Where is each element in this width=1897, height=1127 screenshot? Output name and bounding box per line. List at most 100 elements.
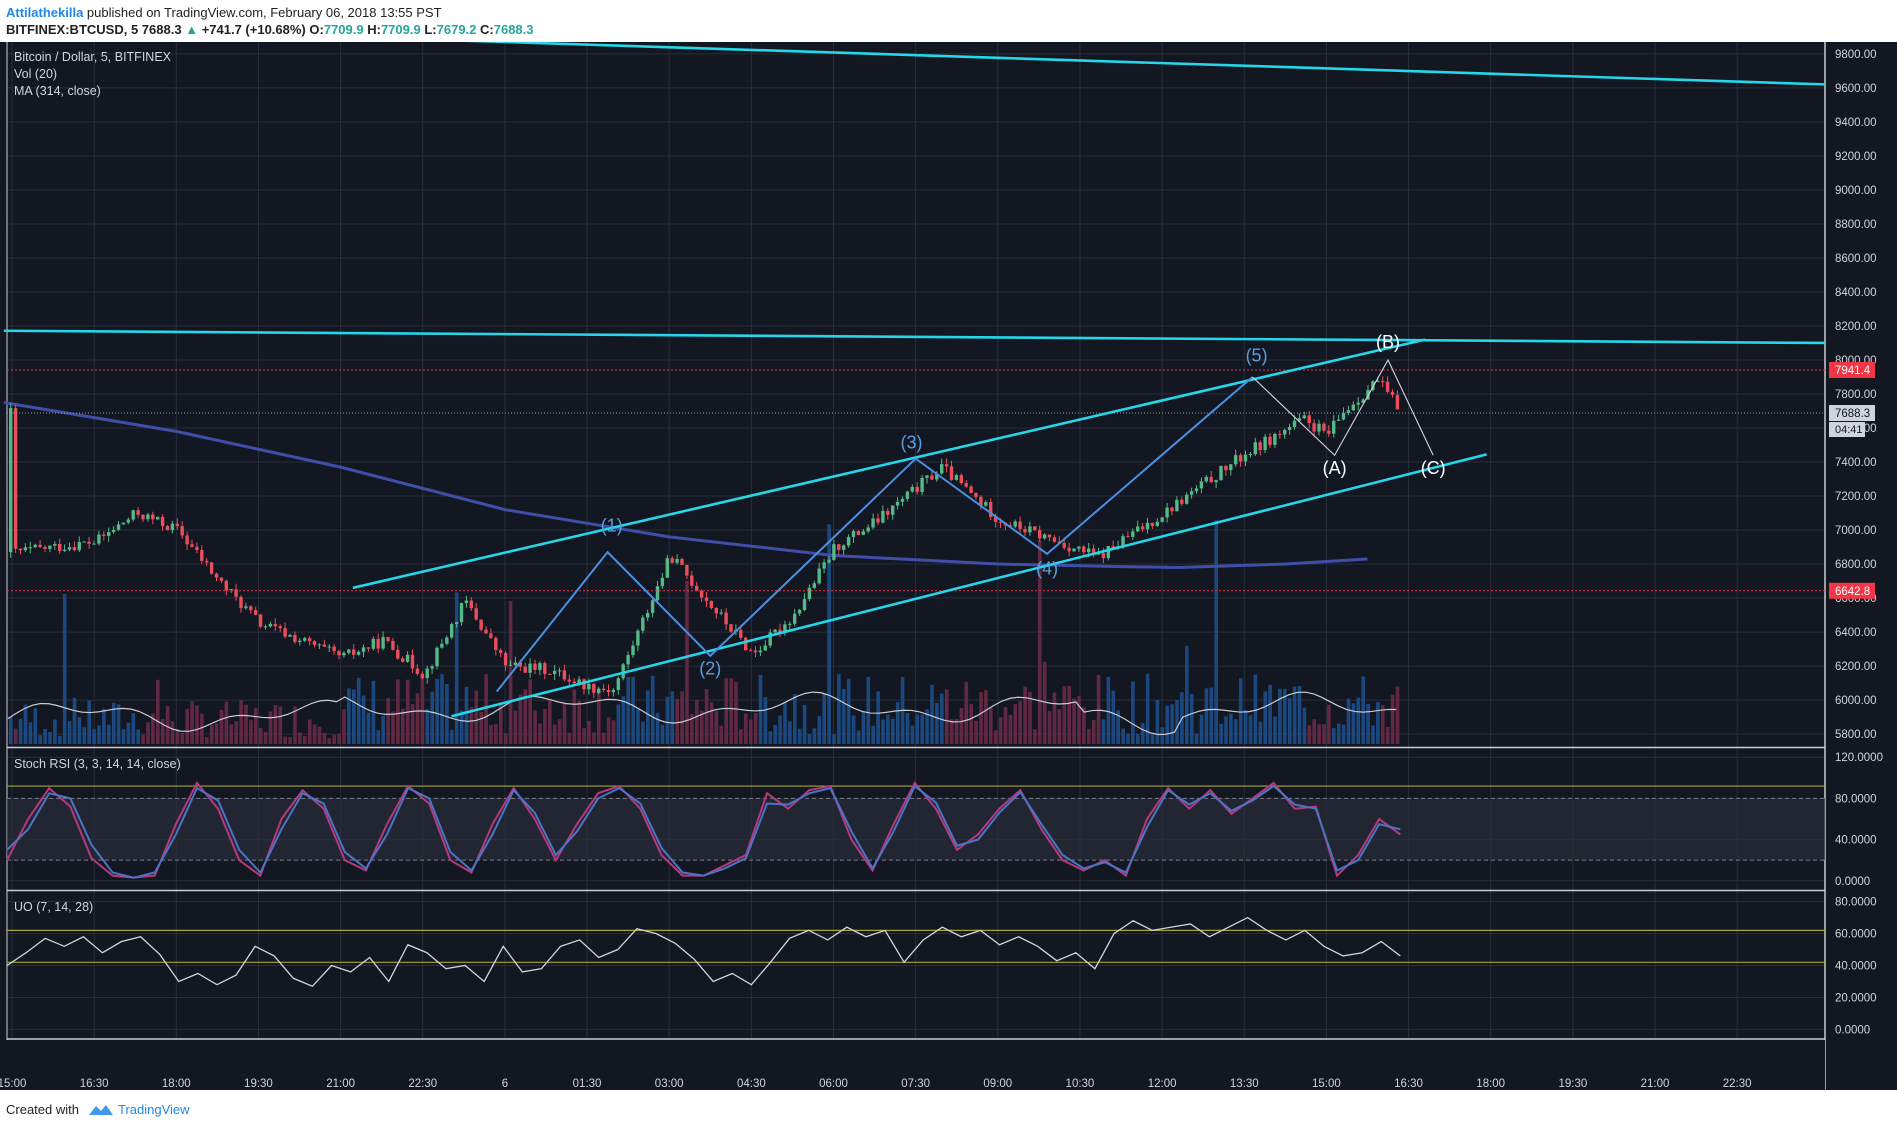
candle-body	[1194, 488, 1199, 492]
candle-body	[303, 638, 307, 641]
price-tick-label: 6200.00	[1835, 661, 1877, 673]
stoch-tick-label: 0.0000	[1835, 876, 1870, 888]
volume-bar	[837, 673, 841, 744]
wave-label: (3)	[901, 432, 923, 452]
candle-body	[435, 647, 439, 667]
volume-bar	[1052, 692, 1057, 744]
volume-bar	[719, 725, 724, 744]
candle-body	[180, 526, 184, 536]
volume-bar	[1317, 724, 1321, 744]
volume-bar	[1018, 700, 1022, 744]
volume-bar	[170, 721, 175, 744]
volume-bar	[1140, 723, 1145, 744]
candle-body	[126, 519, 130, 523]
candle-body	[788, 623, 792, 625]
candle-body	[753, 650, 758, 653]
candle-body	[396, 649, 400, 659]
candle-body	[62, 549, 67, 551]
candle-body	[77, 542, 81, 551]
volume-bar	[621, 696, 626, 744]
volume-bar	[347, 688, 351, 744]
volume-bar	[1145, 673, 1150, 744]
volume-bar	[601, 732, 606, 744]
chart-area[interactable]: (1) (2) (3) (4) (5) (A) (B) (C) 5800.00 6000.00 6…	[0, 42, 1897, 1090]
volume-bar	[582, 728, 586, 744]
candle-body	[538, 663, 542, 670]
candle-body	[317, 644, 322, 646]
candle-body	[744, 637, 748, 651]
volume-bar	[1033, 729, 1037, 744]
candle-body	[239, 596, 243, 609]
candle-body	[258, 614, 263, 627]
volume-bar	[851, 715, 856, 744]
volume-bar	[513, 710, 518, 744]
volume-bar	[18, 718, 23, 744]
volume-bar	[641, 721, 645, 744]
volume-bar	[214, 723, 219, 744]
candle-body	[1042, 534, 1047, 539]
volume-bar	[935, 702, 939, 744]
candle-body	[484, 629, 488, 634]
volume-bar	[886, 714, 890, 744]
legend-vol[interactable]: Vol (20)	[14, 67, 57, 81]
volume-bar	[1194, 733, 1199, 744]
volume-bar	[1273, 716, 1277, 744]
candle-body	[342, 652, 346, 656]
candle-body	[1106, 546, 1110, 559]
legend-main[interactable]: Bitcoin / Dollar, 5, BITFINEX	[14, 50, 172, 64]
candle-body	[1273, 433, 1277, 445]
volume-bar	[998, 717, 1003, 744]
volume-bar	[989, 706, 993, 744]
candle-body	[802, 599, 807, 610]
candle-body	[1395, 394, 1400, 410]
legend-uo[interactable]: UO (7, 14, 28)	[14, 900, 93, 914]
volume-bar	[1224, 716, 1228, 744]
author-link[interactable]: Attilathekilla	[6, 5, 83, 20]
candle-body	[606, 690, 611, 693]
volume-bar	[401, 708, 405, 744]
candle-body	[1327, 430, 1331, 434]
volume-bar	[23, 704, 28, 744]
volume-bar	[567, 732, 572, 744]
volume-bar	[72, 697, 77, 744]
price-tick-label: 6800.00	[1835, 559, 1877, 571]
volume-bar	[195, 705, 199, 744]
volume-bar	[249, 720, 253, 744]
candle-body	[1160, 517, 1164, 522]
candle-body	[876, 518, 880, 523]
volume-bar	[949, 719, 954, 744]
up-arrow-icon: ▲	[185, 22, 199, 37]
candle-body	[48, 545, 52, 549]
volume-bar	[288, 737, 292, 744]
candle-body	[523, 666, 527, 673]
low-value: 7679.2	[436, 22, 477, 37]
candle-body	[1219, 465, 1223, 481]
candle-body	[38, 544, 42, 548]
volume-bar	[415, 693, 420, 744]
legend-ma[interactable]: MA (314, close)	[14, 84, 101, 98]
candle-body	[474, 608, 478, 620]
candle-body	[1209, 476, 1213, 483]
candle-body	[572, 681, 576, 684]
legend-stoch-rsi[interactable]: Stoch RSI (3, 3, 14, 14, close)	[14, 757, 181, 771]
candle-body	[905, 491, 910, 499]
candle-body	[1018, 521, 1022, 530]
volume-bar	[665, 696, 670, 744]
candle-body	[807, 587, 812, 600]
volume-bar	[219, 709, 224, 744]
volume-bar	[1057, 709, 1062, 744]
tradingview-brand-link[interactable]: TradingView	[118, 1102, 190, 1117]
level-price-label: 6642.8	[1835, 586, 1870, 598]
volume-bar	[376, 730, 381, 744]
candle-body	[136, 510, 140, 515]
volume-bar	[822, 693, 826, 744]
volume-bar	[572, 689, 577, 744]
candle-body	[43, 547, 47, 549]
volume-bar	[606, 717, 611, 744]
volume-bar	[753, 713, 758, 744]
candle-body	[430, 666, 434, 669]
candle-body	[1155, 521, 1159, 526]
candle-body	[361, 647, 366, 652]
candle-body	[58, 543, 62, 551]
candle-body	[940, 464, 944, 474]
